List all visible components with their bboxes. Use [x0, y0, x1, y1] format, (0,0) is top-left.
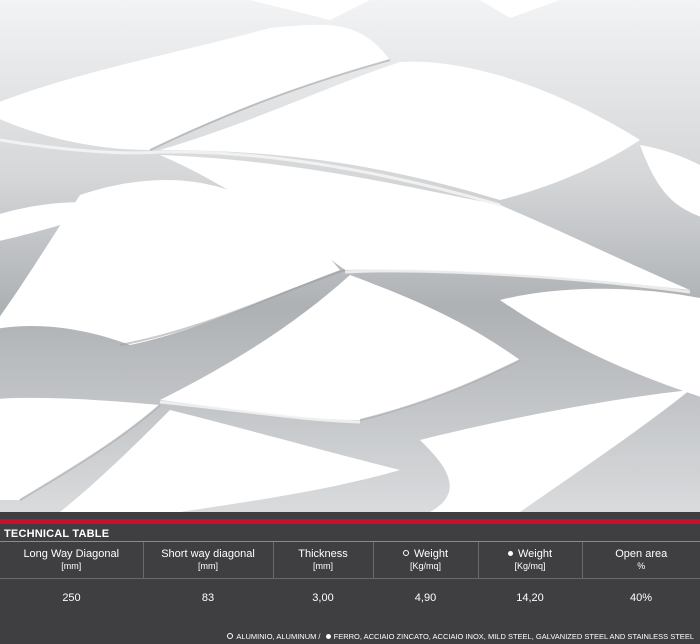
expanded-metal-photo: [0, 0, 700, 512]
expanded-metal-mesh-image: [0, 0, 700, 512]
table-row: 250 83 3,00 4,90 14,20 40%: [0, 579, 700, 618]
cell-short-way-diagonal: 83: [201, 592, 215, 604]
filled-circle-icon: [507, 551, 513, 556]
column-unit: %: [637, 561, 646, 571]
cell-weight-steel: 14,20: [516, 592, 544, 604]
column-header-weight-steel: Weight [Kg/mq]: [478, 542, 583, 579]
column-label: Open area: [615, 548, 668, 560]
legend-steel: FERRO, ACCIAIO ZINCATO, ACCIAIO INOX, MI…: [333, 632, 694, 641]
column-unit: [Kg/mq]: [514, 561, 546, 571]
cell-weight-aluminium: 4,90: [414, 592, 437, 604]
column-unit: [mm]: [313, 561, 333, 571]
filled-circle-icon: [325, 634, 331, 639]
column-header-short-way-diagonal: Short way diagonal [mm]: [143, 542, 274, 579]
column-label: Long Way Diagonal: [23, 548, 120, 560]
technical-table-title: TECHNICAL TABLE: [4, 528, 110, 540]
column-label: Short way diagonal: [161, 548, 255, 560]
column-header-long-way-diagonal: Long Way Diagonal [mm]: [0, 542, 144, 579]
column-unit: [mm]: [198, 561, 218, 571]
column-label: Thickness: [298, 548, 348, 560]
technical-table: Long Way Diagonal [mm] Short way diagona…: [0, 542, 700, 617]
hollow-circle-icon: [402, 550, 409, 556]
cell-long-way-diagonal: 250: [62, 592, 81, 604]
technical-table-panel: TECHNICAL TABLE Long Way Diagonal [mm] S…: [0, 512, 700, 644]
cell-thickness: 3,00: [312, 592, 334, 604]
accent-bar: [0, 519, 700, 524]
column-label: Weight: [413, 548, 449, 560]
material-legend: ALUMINIO, ALUMINUM / FERRO, ACCIAIO ZINC…: [227, 632, 694, 641]
column-header-open-area: Open area %: [582, 542, 700, 579]
table-header-row: Long Way Diagonal [mm] Short way diagona…: [0, 542, 700, 579]
column-header-weight-aluminium: Weight [Kg/mq]: [373, 542, 479, 579]
hollow-circle-icon: [227, 633, 234, 639]
column-header-thickness: Thickness [mm]: [273, 542, 374, 579]
cell-open-area: 40%: [629, 592, 653, 604]
legend-aluminium: ALUMINIO, ALUMINUM /: [236, 632, 321, 641]
column-unit: [mm]: [61, 561, 82, 571]
column-unit: [Kg/mq]: [409, 561, 441, 571]
product-sheet: TECHNICAL TABLE Long Way Diagonal [mm] S…: [0, 0, 700, 644]
column-label: Weight: [517, 548, 553, 560]
